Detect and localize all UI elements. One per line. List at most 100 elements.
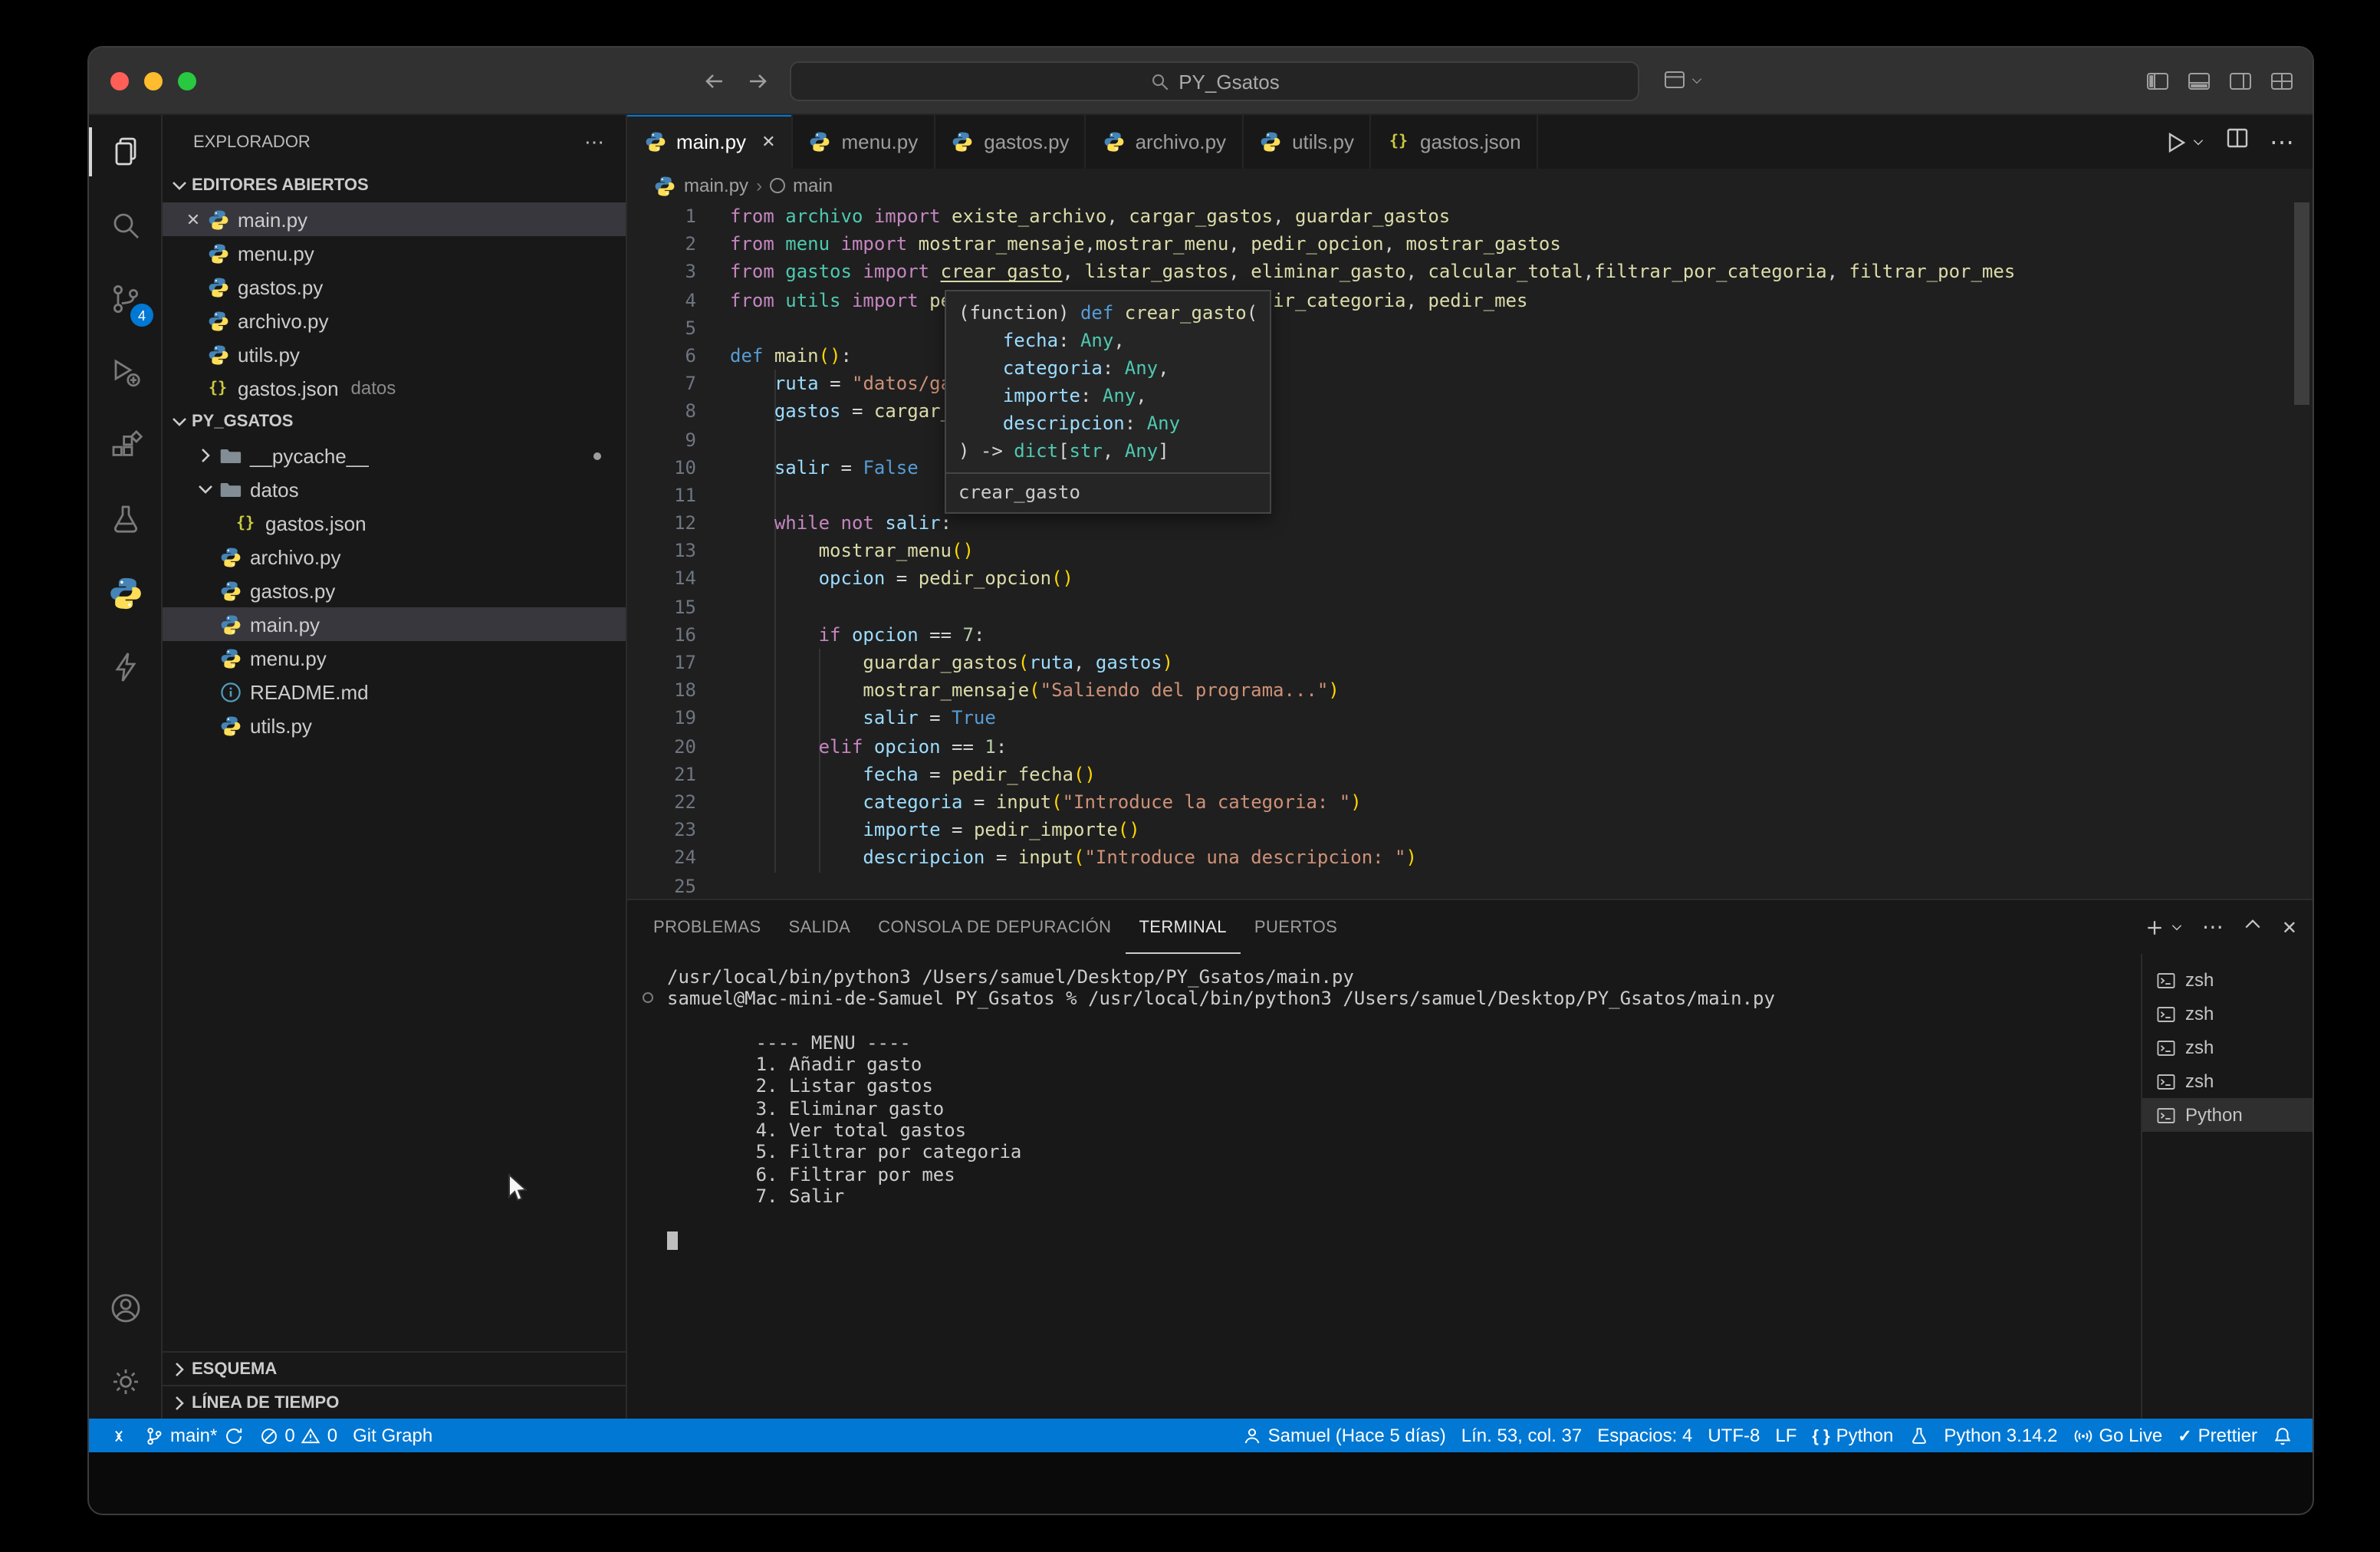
close-icon[interactable]: ✕ [761, 132, 775, 152]
terminal-instance-zsh[interactable]: zsh [2142, 1064, 2313, 1098]
close-icon[interactable]: ✕ [181, 209, 205, 229]
terminal-instance-python[interactable]: Python [2142, 1098, 2313, 1132]
more-actions-icon[interactable]: ⋯ [584, 130, 604, 154]
maximize-panel-icon[interactable] [2242, 914, 2263, 940]
status-python-tests[interactable] [1901, 1419, 1936, 1452]
panel-more-actions-icon[interactable]: ⋯ [2202, 914, 2224, 940]
python-file-icon [950, 130, 975, 154]
split-editor-icon[interactable] [2225, 126, 2250, 158]
status-remote-window[interactable] [101, 1419, 136, 1452]
status-commit-author[interactable]: Samuel (Hace 5 días) [1234, 1419, 1454, 1452]
toggle-panel-icon[interactable] [2187, 69, 2211, 101]
customize-layout-icon[interactable] [2270, 69, 2294, 101]
open-editor-main-py[interactable]: ✕main.py [163, 202, 626, 236]
python-file-icon [205, 275, 230, 299]
panel-tab-consola-de-depuraci-n[interactable]: CONSOLA DE DEPURACIÓN [864, 900, 1125, 954]
status-notifications[interactable] [2265, 1419, 2300, 1452]
open-editor-utils-py[interactable]: utils.py [163, 337, 626, 371]
tree-item-utils-py[interactable]: utils.py [163, 709, 626, 742]
line-number: 25 [627, 872, 696, 899]
activity-extensions-icon[interactable] [89, 409, 161, 483]
tab-main-py[interactable]: main.py✕ [627, 115, 793, 169]
open-editor-archivo-py[interactable]: archivo.py [163, 304, 626, 337]
run-python-file-button[interactable] [2164, 130, 2205, 154]
settings-gear-icon[interactable] [89, 1345, 161, 1419]
activity-testing-icon[interactable] [89, 483, 161, 557]
activity-run-debug-icon[interactable] [89, 336, 161, 409]
activity-explorer-icon[interactable] [89, 115, 161, 189]
tab-archivo-py[interactable]: archivo.py [1086, 115, 1244, 169]
status-indentation[interactable]: Espacios: 4 [1589, 1419, 1700, 1452]
toggle-primary-sidebar-icon[interactable] [2145, 69, 2170, 101]
command-center-search[interactable]: PY_Gsatos [790, 61, 1639, 101]
command-decoration-icon[interactable] [643, 993, 653, 1004]
status-git-branch[interactable]: main* [136, 1419, 251, 1452]
tree-item-pycache[interactable]: __pycache__ [163, 439, 626, 472]
activity-lightning-icon[interactable] [89, 630, 161, 704]
toggle-secondary-sidebar-icon[interactable] [2228, 69, 2253, 101]
chevron-down-icon [167, 409, 192, 434]
panel-tab-puertos[interactable]: PUERTOS [1241, 900, 1351, 954]
status-language-mode[interactable]: { }Python [1804, 1419, 1901, 1452]
status-problems[interactable]: 00 [251, 1419, 345, 1452]
panel-tab-salida[interactable]: SALIDA [775, 900, 865, 954]
tree-item-main-py[interactable]: main.py [163, 607, 626, 641]
tab-gastos-json[interactable]: {}gastos.json [1371, 115, 1538, 169]
tree-item-readme-md[interactable]: README.md [163, 675, 626, 709]
activity-python-icon[interactable] [89, 557, 161, 630]
tree-item-datos[interactable]: datos [163, 472, 626, 506]
status-eol[interactable]: LF [1767, 1419, 1804, 1452]
new-terminal-icon[interactable] [2144, 916, 2184, 938]
code-editor[interactable]: 1from archivo import existe_archivo, car… [627, 202, 2313, 899]
account-icon[interactable] [89, 1271, 161, 1345]
tree-item-gastos-json[interactable]: {}gastos.json [163, 506, 626, 540]
terminal-line: 1. Añadir gasto [667, 1054, 2129, 1076]
status-cursor-position[interactable]: Lín. 53, col. 37 [1454, 1419, 1589, 1452]
breadcrumb-symbol[interactable]: main [793, 175, 833, 196]
terminal[interactable]: /usr/local/bin/python3 /Users/samuel/Des… [627, 954, 2141, 1422]
breadcrumb-file[interactable]: main.py [684, 175, 748, 196]
status-go-live[interactable]: Go Live [2065, 1419, 2170, 1452]
tree-item-gastos-py[interactable]: gastos.py [163, 574, 626, 607]
editor-scrollbar[interactable] [2294, 202, 2309, 405]
close-panel-icon[interactable]: ✕ [2282, 916, 2297, 938]
status-prettier[interactable]: ✓Prettier [2170, 1419, 2265, 1452]
panel-tab-terminal[interactable]: TERMINAL [1125, 900, 1240, 954]
python-icon [218, 544, 242, 569]
breadcrumb[interactable]: main.py › main [627, 169, 2313, 202]
line-number: 8 [627, 398, 696, 426]
terminal-instance-zsh[interactable]: zsh [2142, 1031, 2313, 1064]
bottom-panel: PROBLEMASSALIDACONSOLA DE DEPURACIÓNTERM… [627, 899, 2313, 1422]
tree-item-menu-py[interactable]: menu.py [163, 641, 626, 675]
activity-search-icon[interactable] [89, 189, 161, 262]
editor-more-actions-icon[interactable]: ⋯ [2270, 127, 2294, 157]
terminal-instance-zsh[interactable]: zsh [2142, 997, 2313, 1031]
status-python-interpreter[interactable]: Python 3.14.2 [1936, 1419, 2065, 1452]
section-project[interactable]: PY_GSATOS [163, 405, 626, 439]
zoom-window-button[interactable] [178, 72, 196, 90]
activity-source-control-icon[interactable]: 4 [89, 262, 161, 336]
close-window-button[interactable] [110, 72, 129, 90]
sync-icon [223, 1425, 243, 1445]
tree-item-archivo-py[interactable]: archivo.py [163, 540, 626, 574]
terminal-instance-zsh[interactable]: zsh [2142, 963, 2313, 997]
minimize-window-button[interactable] [144, 72, 163, 90]
error-icon [258, 1425, 278, 1445]
open-editor-gastos-json[interactable]: {}gastos.jsondatos [163, 371, 626, 405]
open-editor-gastos-py[interactable]: gastos.py [163, 270, 626, 304]
line-number: 13 [627, 538, 696, 565]
status-encoding[interactable]: UTF-8 [1700, 1419, 1767, 1452]
tab-menu-py[interactable]: menu.py [793, 115, 935, 169]
tab-gastos-py[interactable]: gastos.py [935, 115, 1086, 169]
navigate-back-button[interactable] [702, 69, 727, 94]
navigate-forward-button[interactable] [745, 69, 770, 94]
section-open-editors[interactable]: EDITORES ABIERTOS [163, 169, 626, 202]
section-timeline[interactable]: LÍNEA DE TIEMPO [163, 1385, 626, 1419]
open-editor-menu-py[interactable]: menu.py [163, 236, 626, 270]
tab-utils-py[interactable]: utils.py [1243, 115, 1371, 169]
panel-tab-problemas[interactable]: PROBLEMAS [639, 900, 775, 954]
section-outline[interactable]: ESQUEMA [163, 1351, 626, 1385]
layout-dropdown-button[interactable] [1662, 67, 1704, 92]
search-icon [1149, 71, 1169, 91]
status-git-graph[interactable]: Git Graph [345, 1419, 440, 1452]
